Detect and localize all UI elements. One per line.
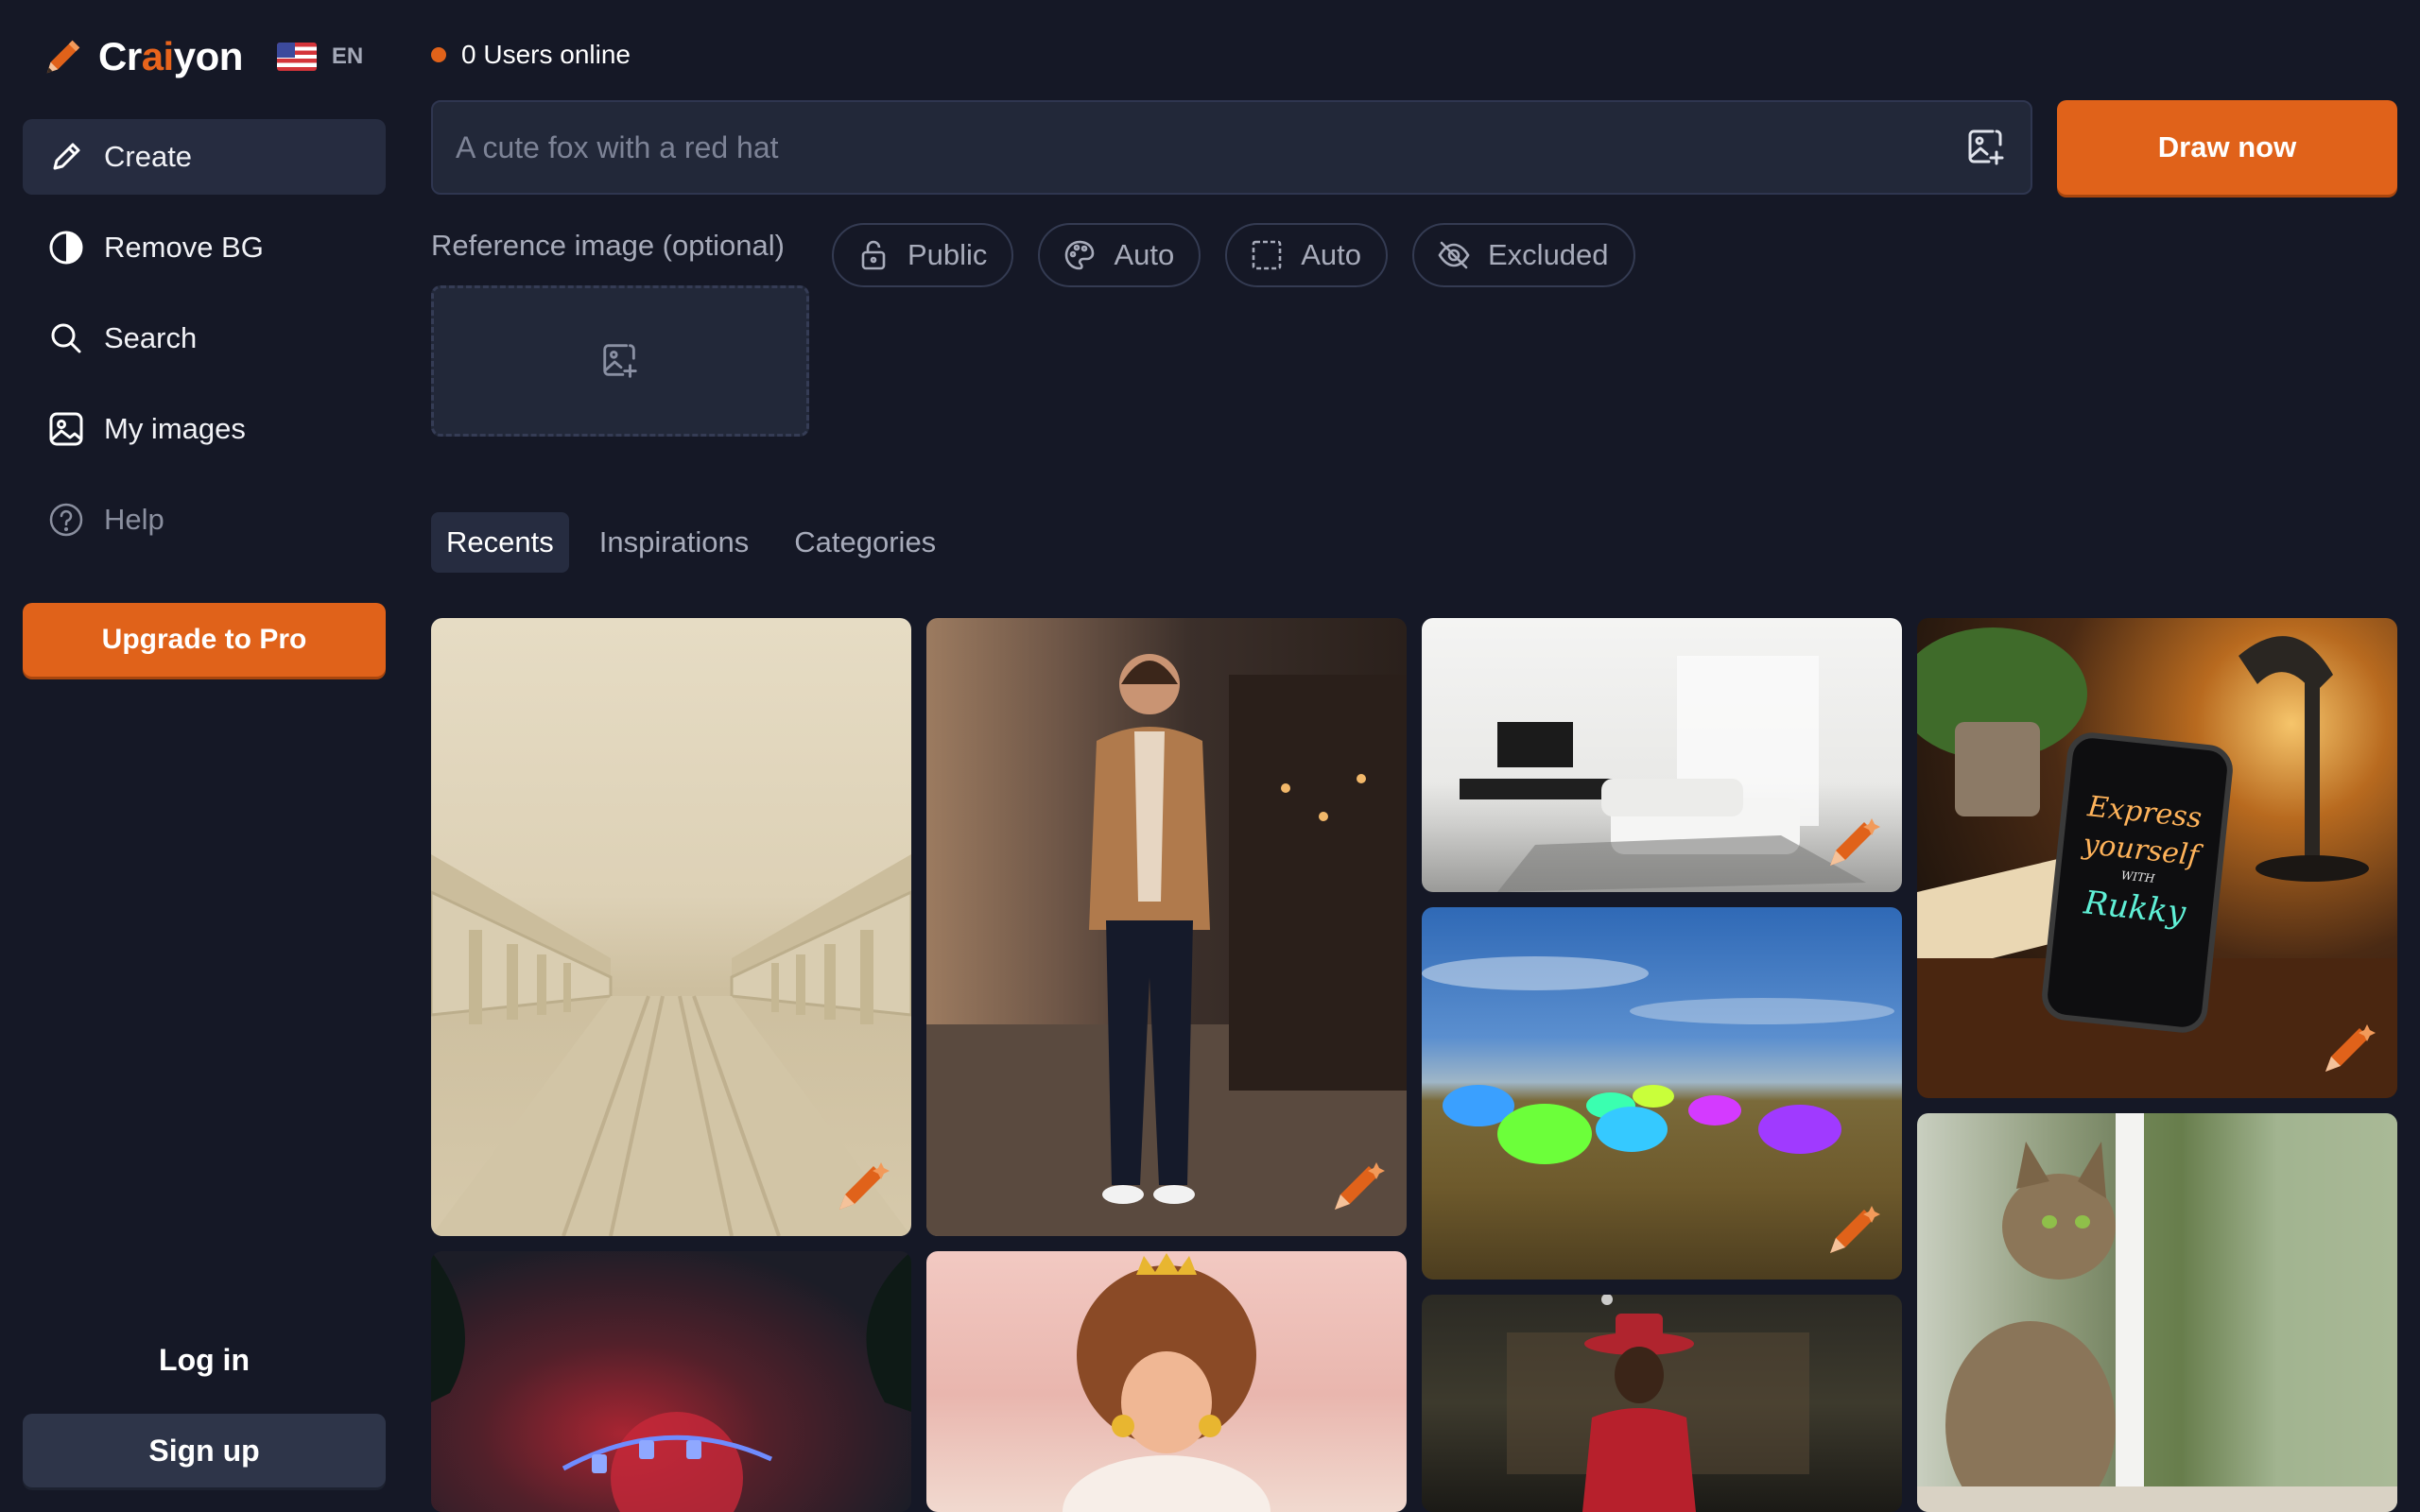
cartoon-girl-scene xyxy=(1063,1253,1270,1512)
prompt-box xyxy=(431,100,2032,195)
draw-now-button[interactable]: Draw now xyxy=(2057,100,2397,195)
tab-categories[interactable]: Categories xyxy=(779,512,951,573)
visibility-option[interactable]: Public xyxy=(832,223,1014,287)
nav-label: Create xyxy=(104,140,193,173)
crayon-badge-icon xyxy=(1830,818,1880,866)
gallery-image[interactable] xyxy=(431,618,911,1236)
image-icon xyxy=(49,412,83,446)
sidebar: Craiyon EN Create Remove BG Search My im… xyxy=(0,0,408,1512)
street-portrait-scene xyxy=(926,654,1407,1236)
nav-label: Search xyxy=(104,321,198,354)
users-online-status: 0 Users online xyxy=(431,40,631,70)
tab-inspirations[interactable]: Inspirations xyxy=(584,512,765,573)
nav-item-create[interactable]: Create xyxy=(23,119,386,195)
users-online-text: 0 Users online xyxy=(461,40,631,69)
help-icon xyxy=(49,503,83,537)
upgrade-button[interactable]: Upgrade to Pro xyxy=(23,603,386,677)
us-flag-icon[interactable] xyxy=(276,43,317,71)
aspect-ratio-icon xyxy=(1252,240,1282,270)
crayon-badge-icon xyxy=(1830,1206,1880,1253)
prompt-input[interactable] xyxy=(456,129,1964,165)
chip-label: Auto xyxy=(1114,238,1175,271)
chip-label: Excluded xyxy=(1488,238,1609,271)
aspect-ratio-option[interactable]: Auto xyxy=(1225,223,1388,287)
add-image-icon xyxy=(603,344,637,378)
fantasy-scene xyxy=(431,1251,911,1512)
login-button[interactable]: Log in xyxy=(23,1323,386,1397)
gallery-image[interactable] xyxy=(1422,618,1902,892)
logo-text: Craiyon xyxy=(98,34,243,78)
gallery-image[interactable] xyxy=(431,1251,911,1512)
signup-button[interactable]: Sign up xyxy=(23,1414,386,1487)
crayon-badge-icon xyxy=(2325,1024,2376,1072)
gallery-image[interactable] xyxy=(1422,907,1902,1280)
crayon-badge-icon xyxy=(839,1162,890,1210)
crayon-badge-icon xyxy=(1335,1162,1385,1210)
nav-item-remove-bg[interactable]: Remove BG xyxy=(23,210,386,285)
crayon-logo-icon xyxy=(46,40,80,74)
chip-label: Auto xyxy=(1301,238,1361,271)
half-circle-icon xyxy=(49,231,83,265)
search-icon xyxy=(51,323,81,353)
gallery-image[interactable] xyxy=(926,618,1407,1236)
pencil-icon xyxy=(53,143,80,170)
generation-options: Public Auto Auto Excluded xyxy=(832,223,1660,287)
brand[interactable]: Craiyon EN xyxy=(42,28,363,85)
gallery-image[interactable]: Express yourself WITH Rukky xyxy=(1917,618,2397,1098)
red-suit-portrait-scene xyxy=(1507,1295,1809,1512)
chip-label: Public xyxy=(908,238,988,271)
exclusion-option[interactable]: Excluded xyxy=(1412,223,1635,287)
nav-label: My images xyxy=(104,412,246,445)
palette-icon xyxy=(1065,240,1095,270)
gallery-image[interactable] xyxy=(1917,1113,2397,1512)
main-nav: Create Remove BG Search My images Help xyxy=(23,119,386,573)
gallery-image[interactable] xyxy=(1422,1295,1902,1512)
gallery-image[interactable] xyxy=(926,1251,1407,1512)
language-code[interactable]: EN xyxy=(332,43,363,70)
eye-off-icon xyxy=(1438,241,1470,269)
lock-icon xyxy=(861,240,886,270)
add-image-icon[interactable] xyxy=(1964,126,2008,169)
nav-label: Help xyxy=(104,503,164,536)
nav-item-my-images[interactable]: My images xyxy=(23,391,386,467)
style-option[interactable]: Auto xyxy=(1038,223,1201,287)
reference-image-dropzone[interactable] xyxy=(431,285,809,437)
nav-label: Remove BG xyxy=(104,231,264,264)
tab-recents[interactable]: Recents xyxy=(431,512,569,573)
gallery-tabs: Recents Inspirations Categories xyxy=(431,512,966,573)
nav-item-help[interactable]: Help xyxy=(23,482,386,558)
nav-item-search[interactable]: Search xyxy=(23,301,386,376)
reference-image-label: Reference image (optional) xyxy=(431,229,785,262)
platform-scene xyxy=(431,854,911,1236)
status-dot xyxy=(431,47,446,62)
cat-window-scene xyxy=(1917,1113,2397,1512)
